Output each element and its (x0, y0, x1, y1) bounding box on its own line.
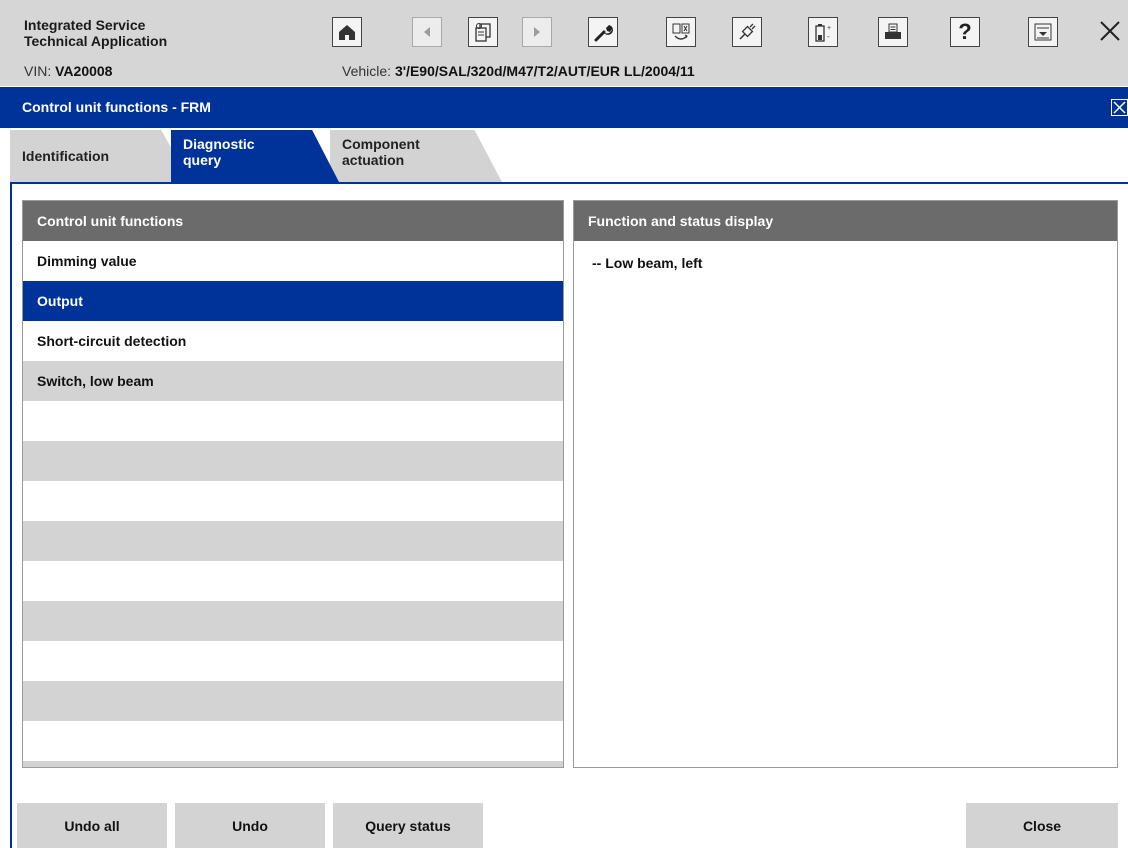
tab-label-line1: Component (342, 136, 420, 152)
tab-label-line1: Diagnostic (183, 136, 255, 152)
empty-list-row (23, 721, 563, 761)
svg-text:-: - (827, 32, 830, 41)
empty-list-row (23, 521, 563, 561)
undo-all-button[interactable]: Undo all (17, 803, 167, 848)
tab-bar: Identification Diagnostic query Componen… (0, 130, 1128, 182)
documents-button[interactable] (468, 17, 498, 47)
vin-label: VIN: (24, 63, 52, 79)
empty-list-row (23, 641, 563, 681)
app-title-line2: Technical Application (24, 33, 168, 49)
control-unit-swap-button[interactable] (666, 17, 696, 47)
control-unit-functions-panel: Control unit functions Dimming value Out… (22, 200, 564, 768)
function-status-panel: Function and status display -- Low beam,… (573, 200, 1118, 768)
tab-component-actuation[interactable]: Component actuation (330, 130, 502, 182)
tab-label: Identification (22, 148, 110, 164)
close-app-button[interactable] (1094, 15, 1126, 47)
empty-list-row (23, 561, 563, 601)
panel-header: Function and status display (574, 201, 1117, 241)
empty-list-row (23, 441, 563, 481)
vehicle-value: 3'/E90/SAL/320d/M47/T2/AUT/EUR LL/2004/1… (394, 63, 695, 79)
close-icon (1100, 21, 1120, 41)
control-unit-swap-icon (672, 23, 690, 40)
app-title: Integrated Service Technical Application (24, 17, 167, 49)
close-icon (1113, 101, 1126, 114)
empty-list-row (23, 601, 563, 641)
minimize-icon (1034, 23, 1052, 41)
query-status-button[interactable]: Query status (333, 803, 483, 848)
close-button[interactable]: Close (966, 803, 1118, 848)
help-button[interactable]: ? (950, 17, 980, 47)
list-item[interactable]: Output (23, 281, 563, 321)
home-icon (339, 25, 355, 40)
undo-button[interactable]: Undo (175, 803, 325, 848)
vin-display: VIN: VA20008 (24, 63, 112, 79)
wrench-icon (594, 25, 613, 42)
empty-list-row (23, 401, 563, 441)
window-title-bar: Control unit functions - FRM (0, 87, 1128, 128)
tab-identification[interactable]: Identification (10, 130, 190, 182)
battery-icon: +- (815, 24, 831, 42)
back-button[interactable] (412, 17, 442, 47)
panel-header: Control unit functions (23, 201, 563, 241)
tab-label-line2: query (183, 152, 222, 168)
window-title: Control unit functions - FRM (22, 99, 211, 115)
status-text: -- Low beam, left (592, 255, 703, 271)
app-title-line1: Integrated Service (24, 17, 146, 33)
home-button[interactable] (332, 17, 362, 47)
back-arrow-icon (424, 27, 430, 37)
empty-list-row (23, 481, 563, 521)
forward-button[interactable] (522, 17, 552, 47)
svg-text:+: + (827, 25, 831, 32)
print-button[interactable] (878, 17, 908, 47)
tab-diagnostic-query[interactable]: Diagnostic query (171, 130, 339, 182)
service-functions-button[interactable] (588, 17, 618, 47)
minimize-button[interactable] (1028, 17, 1058, 47)
window-close-button[interactable] (1111, 99, 1128, 116)
list-item[interactable]: Short-circuit detection (23, 321, 563, 361)
empty-list-row (23, 761, 563, 767)
documents-icon (475, 23, 491, 42)
empty-list-row (23, 681, 563, 721)
connection-plug-icon (739, 23, 756, 40)
tab-label-line2: actuation (342, 152, 405, 168)
printer-icon (885, 23, 901, 39)
help-icon: ? (958, 19, 972, 44)
connection-button[interactable] (732, 17, 762, 47)
forward-arrow-icon (534, 27, 540, 37)
battery-button[interactable]: + - (808, 17, 838, 47)
list-item[interactable]: Switch, low beam (23, 361, 563, 401)
vehicle-label: Vehicle: (342, 63, 392, 79)
vehicle-display: Vehicle: 3'/E90/SAL/320d/M47/T2/AUT/EUR … (342, 63, 695, 79)
vin-value: VA20008 (55, 63, 113, 79)
list-item[interactable]: Dimming value (23, 241, 563, 281)
